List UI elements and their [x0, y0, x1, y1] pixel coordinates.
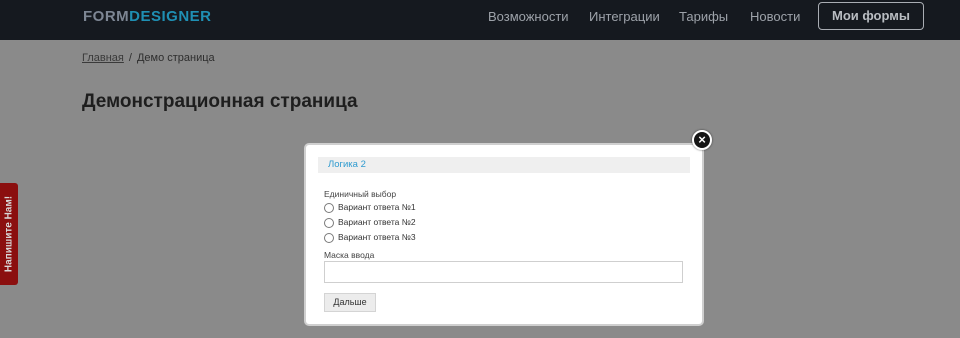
- section-title: Логика 2: [328, 159, 366, 170]
- input-mask-label: Маска ввода: [324, 250, 375, 260]
- radio-option-label[interactable]: Вариант ответа №3: [338, 232, 416, 243]
- top-navigation-bar: FORMDESIGNER Возможности Интеграции Тари…: [0, 0, 960, 40]
- single-choice-label: Единичный выбор: [324, 189, 397, 199]
- breadcrumb-separator: /: [128, 52, 132, 64]
- nav-link-news[interactable]: Новости: [750, 9, 800, 25]
- nav-link-features[interactable]: Возможности: [488, 9, 569, 25]
- nav-link-integrations[interactable]: Интеграции: [589, 9, 660, 25]
- contact-us-side-tab[interactable]: Напишите Нам!: [0, 183, 18, 285]
- nav-link-pricing[interactable]: Тарифы: [679, 9, 728, 25]
- page-title: Демонстрационная страница: [82, 91, 358, 112]
- radio-option-label[interactable]: Вариант ответа №2: [338, 217, 416, 228]
- logo-text-designer: DESIGNER: [129, 8, 212, 25]
- my-forms-button[interactable]: Мои формы: [818, 2, 924, 30]
- radio-button[interactable]: [324, 233, 334, 243]
- next-button[interactable]: Дальше: [324, 293, 376, 312]
- contact-us-label: Напишите Нам!: [3, 195, 15, 273]
- radio-button[interactable]: [324, 203, 334, 213]
- logo-text-form: FORM: [83, 8, 130, 25]
- radio-button[interactable]: [324, 218, 334, 228]
- breadcrumb-current: Демо страница: [136, 52, 215, 64]
- radio-option-label[interactable]: Вариант ответа №1: [338, 202, 416, 213]
- section-header: Логика 2: [318, 157, 690, 173]
- close-modal-icon[interactable]: ×: [692, 130, 712, 150]
- input-mask-field[interactable]: [324, 261, 683, 283]
- breadcrumb-home-link[interactable]: Главная: [82, 52, 124, 64]
- form-modal: Логика 2 Единичный выбор Вариант ответа …: [306, 145, 702, 324]
- breadcrumb: Главная / Демо страница: [82, 52, 215, 65]
- formdesigner-logo[interactable]: FORMDESIGNER: [83, 9, 212, 25]
